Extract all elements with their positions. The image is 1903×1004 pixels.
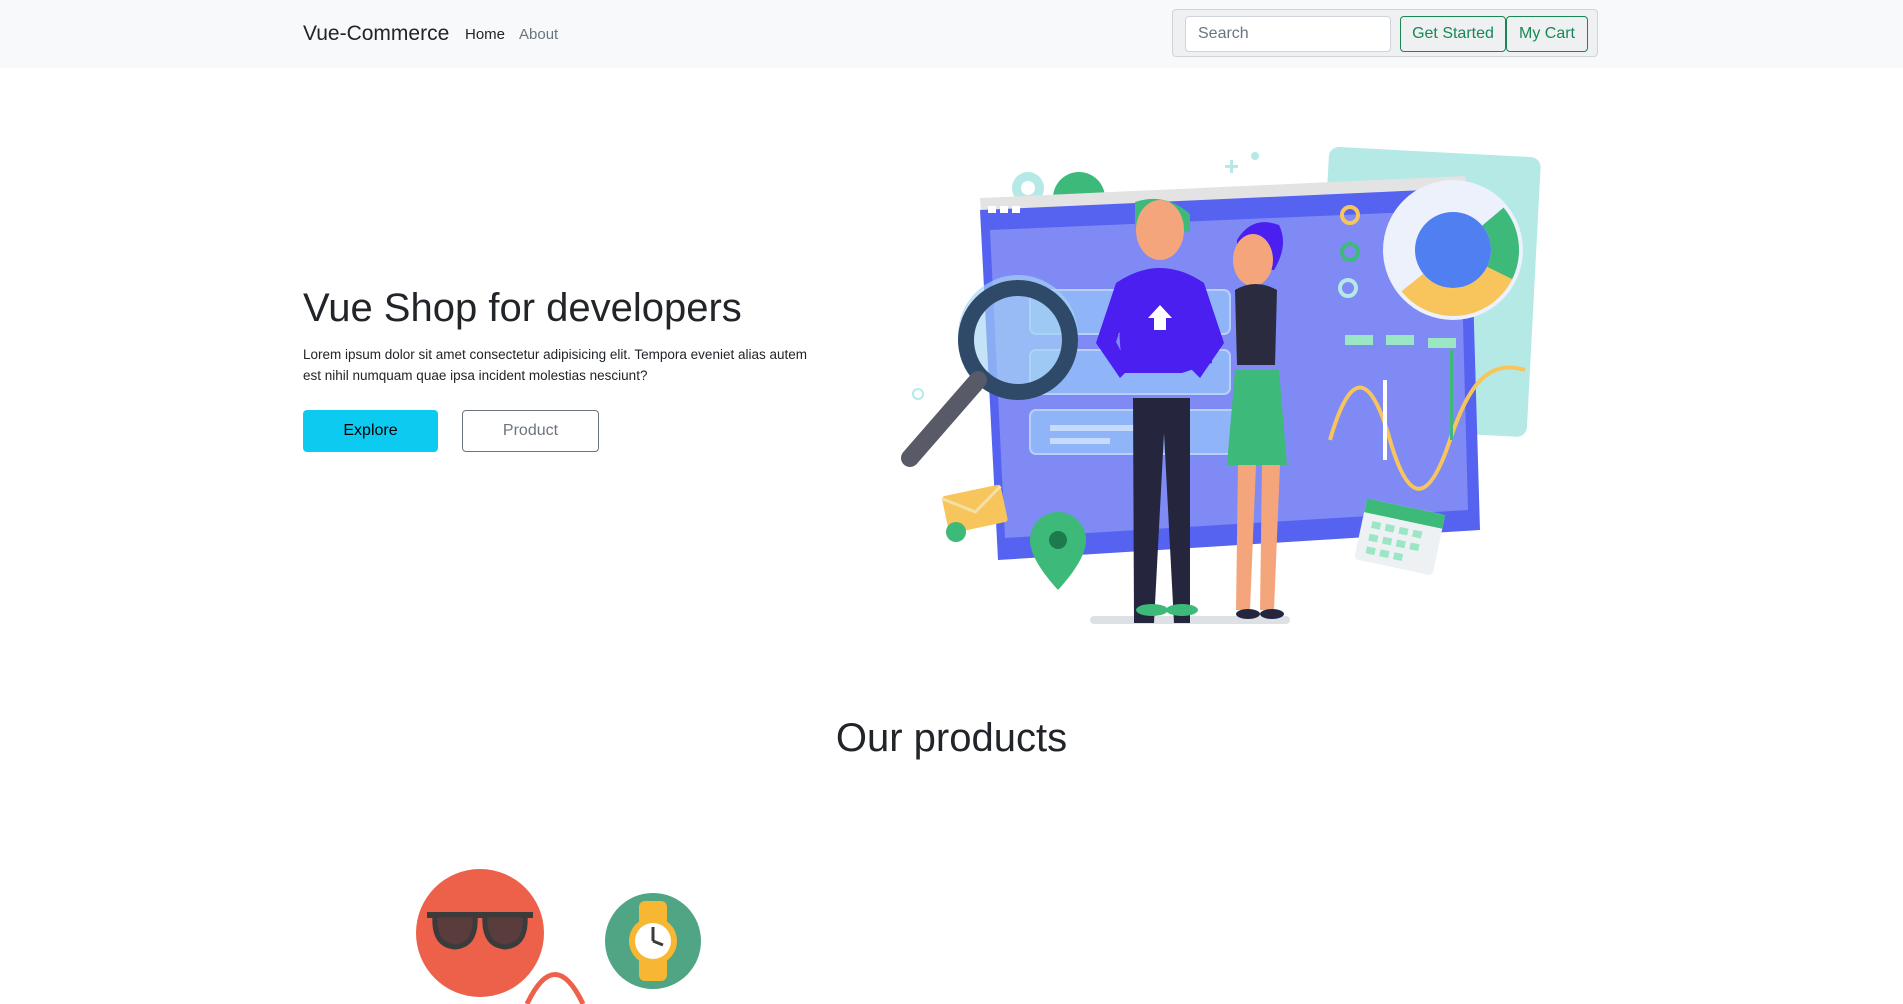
developers-dashboard-illustration	[901, 147, 1541, 624]
get-started-button[interactable]: Get Started	[1400, 16, 1506, 52]
products-section-title: Our products	[835, 716, 1068, 760]
navbar: Vue-Commerce Home About Get Started My C…	[0, 0, 1903, 68]
explore-button[interactable]: Explore	[303, 410, 438, 452]
my-cart-button[interactable]: My Cart	[1506, 16, 1588, 52]
nav-link-home[interactable]: Home	[465, 26, 505, 43]
search-input[interactable]	[1185, 16, 1391, 52]
hero-title: Vue Shop for developers	[303, 286, 742, 330]
brand-logo[interactable]: Vue-Commerce	[303, 22, 449, 46]
products-preview-art	[416, 869, 701, 1004]
product-button[interactable]: Product	[462, 410, 599, 452]
nav-link-about[interactable]: About	[519, 26, 558, 43]
sunglasses-icon	[416, 869, 544, 997]
hero-description: Lorem ipsum dolor sit amet consectetur a…	[303, 347, 807, 383]
watch-icon	[605, 893, 701, 989]
search-form: Get Started My Cart	[1172, 9, 1598, 57]
